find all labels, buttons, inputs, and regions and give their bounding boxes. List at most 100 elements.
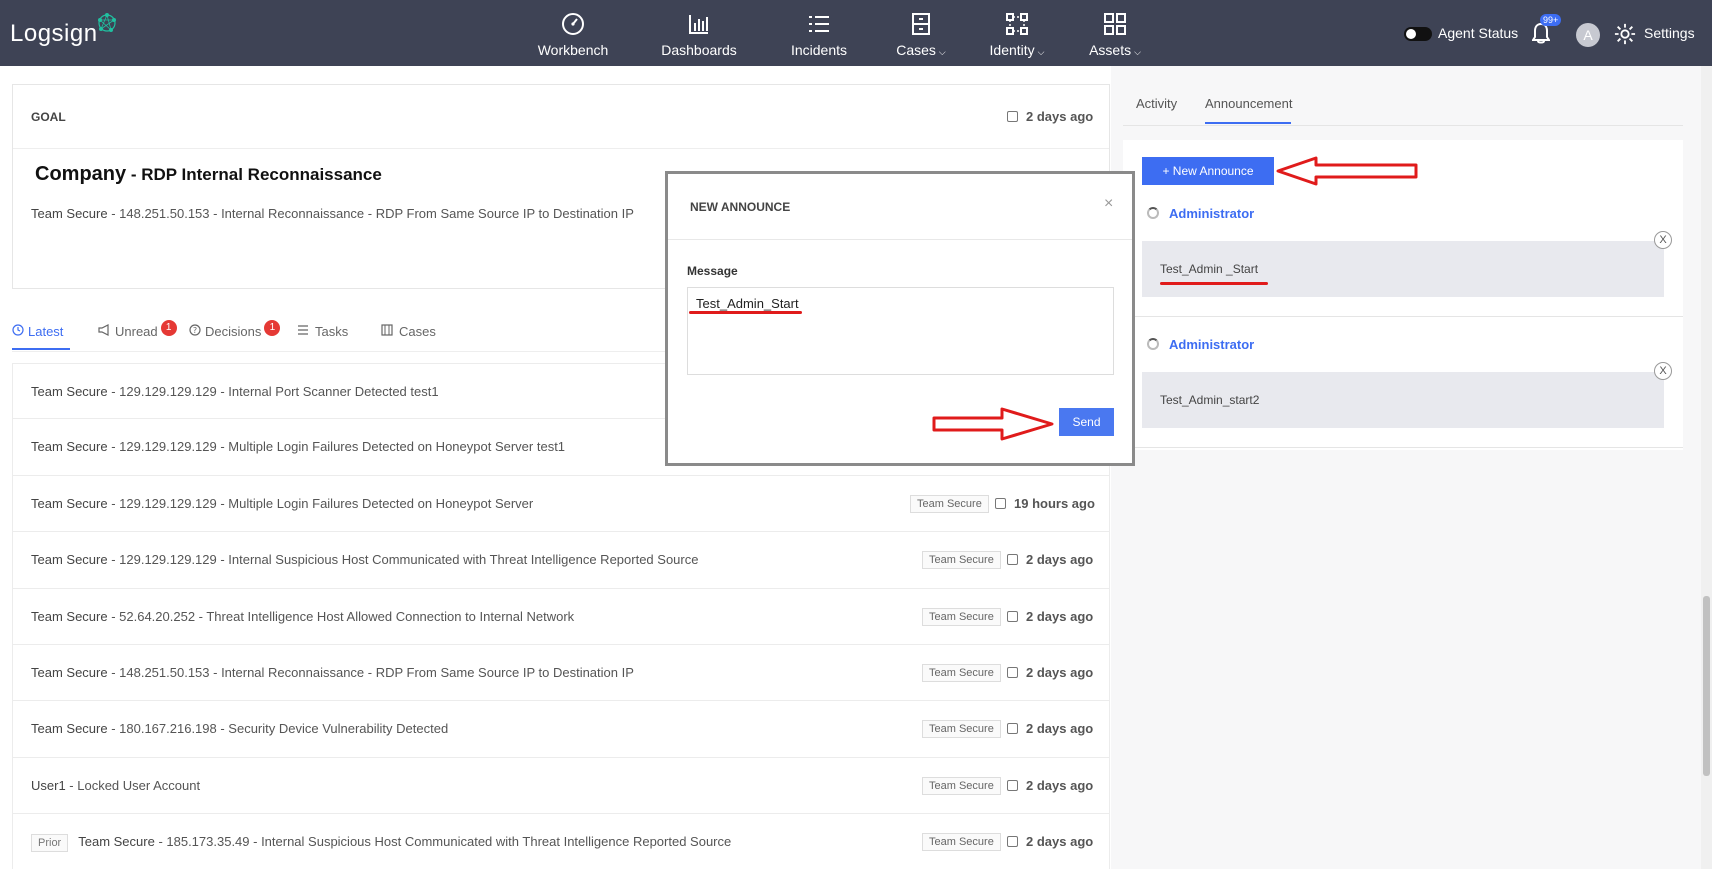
message-input[interactable] [687,287,1114,375]
team-tag: Team Secure [922,551,1001,570]
scrollbar[interactable] [1701,66,1712,869]
tab-announcement[interactable]: Announcement [1205,96,1292,111]
row-text: - 129.129.129.129 - Multiple Login Failu… [107,439,566,455]
row-date: 2 days ago [1007,778,1093,793]
tab-decisions[interactable]: ? Decisions 1 [189,320,281,342]
calendar-icon [995,497,1006,509]
row-title: Team Secure - 129.129.129.129 - Multiple… [31,496,533,511]
settings-button[interactable]: Settings [1614,23,1695,48]
logo[interactable]: Logsign [10,13,116,48]
row-title: Team Secure - 52.64.20.252 - Threat Inte… [31,609,574,624]
team-tag: Team Secure [922,607,1001,626]
nav-assets[interactable]: Assets ⌵ [1060,8,1170,58]
calendar-icon [1007,554,1018,566]
announcement-message: Test_Admin _Start [1160,262,1259,276]
announcement-item: Test_Admin _Start [1142,241,1664,297]
calendar-icon [1007,666,1018,678]
announcement-message: Test_Admin_start2 [1160,393,1260,407]
nav-incidents[interactable]: Incidents [764,8,874,58]
goal-date: 2 days ago [1007,109,1093,124]
row-text: - 52.64.20.252 - Threat Intelligence Hos… [107,608,575,624]
tab-tasks[interactable]: Tasks [297,324,348,339]
row-date: 2 days ago [1007,552,1093,567]
announcement-tab-indicator [1205,122,1291,124]
logo-text: Logsign [10,20,98,47]
calendar-icon [1007,610,1018,622]
team-tag: Team Secure [922,776,1001,795]
new-announce-modal: NEW ANNOUNCE × Message Send [665,171,1135,466]
tab-latest[interactable]: Latest [12,324,63,339]
announcement-item: Test_Admin_start2 [1142,372,1664,428]
table-row[interactable]: Team Secure - 129.129.129.129 - Multiple… [12,475,1110,533]
row-title: User1 - Locked User Account [31,778,200,793]
close-icon[interactable]: × [1104,195,1113,213]
tab-active-indicator [12,348,70,350]
nav-dashboards[interactable]: Dashboards [644,8,754,58]
question-circle-icon: ? [189,324,201,336]
right-panel-tabs: Activity Announcement [1123,94,1683,126]
tab-unread[interactable]: Unread 1 [98,320,177,342]
top-navigation: Logsign Workbench Dashboards Incidents C… [0,0,1712,66]
speedometer-icon [562,13,584,35]
app-root: Logsign Workbench Dashboards Incidents C… [0,0,1712,869]
calendar-icon [1007,779,1018,791]
table-row[interactable]: Team Secure - 148.251.50.153 - Internal … [12,644,1110,702]
table-row[interactable]: User1 - Locked User Account Team Secure 2 … [12,757,1110,815]
row-title: Prior Team Secure - 185.173.35.49 - Inter… [31,834,731,853]
row-source: Team Secure [31,721,108,737]
table-row[interactable]: Team Secure - 129.129.129.129 - Internal… [12,532,1110,589]
close-icon[interactable]: X [1654,362,1672,380]
row-date: 19 hours ago [995,496,1095,511]
nav-workbench[interactable]: Workbench [518,8,628,58]
scroll-thumb[interactable] [1703,596,1710,776]
tab-activity[interactable]: Activity [1136,96,1177,111]
task-list-icon [298,325,308,335]
table-row[interactable]: Team Secure - 180.167.216.198 - Security… [12,701,1110,758]
row-text: - 129.129.129.129 - Internal Port Scanne… [107,384,439,399]
agent-status-toggle[interactable] [1404,27,1432,41]
nav-identity[interactable]: Identity ⌵ [962,8,1072,58]
row-source: Team Secure [31,439,108,455]
tab-cases[interactable]: Cases [381,324,436,339]
user-icon [1147,207,1159,219]
gear-icon [1614,23,1636,45]
calendar-icon [1007,836,1018,848]
chevron-down-icon: ⌵ [1134,47,1141,57]
row-text: - 129.129.129.129 - Multiple Login Failu… [107,495,534,511]
row-source: Team Secure [31,552,108,568]
row-title: Team Secure - 129.129.129.129 - Internal… [31,552,698,567]
row-title: Team Secure - 129.129.129.129 - Internal… [31,384,439,399]
row-source: Team Secure [31,608,108,624]
team-tag: Team Secure [922,720,1001,739]
table-row[interactable]: Prior Team Secure - 185.173.35.49 - Inter… [12,814,1110,869]
table-row[interactable]: Team Secure - 52.64.20.252 - Threat Inte… [12,588,1110,645]
announcement-author: Administrator [1169,337,1255,352]
avatar[interactable]: A [1576,23,1600,47]
right-panel: Activity Announcement + New Announce Adm… [1111,66,1701,869]
row-date: 2 days ago [1007,665,1093,680]
send-button[interactable]: Send [1059,408,1114,436]
row-text: - 129.129.129.129 - Internal Suspicious … [107,552,699,568]
decisions-badge: 1 [264,320,281,336]
annotation-underline [1160,282,1268,285]
close-icon[interactable]: X [1654,231,1672,249]
bar-chart-icon [689,15,708,34]
announcement-author: Administrator [1169,206,1255,221]
row-title: Team Secure - 129.129.129.129 - Multiple… [31,439,565,454]
message-label: Message [687,264,738,278]
new-announce-button[interactable]: + New Announce [1142,157,1274,185]
modal-title: NEW ANNOUNCE [690,200,791,214]
goal-label: GOAL [31,110,66,124]
calendar-icon [1007,723,1018,735]
annotation-underline [689,311,802,314]
nav-cases[interactable]: Cases ⌵ [866,8,976,58]
chevron-down-icon: ⌵ [938,47,946,57]
annotation-arrow-right [932,407,1054,441]
row-text: - 180.167.216.198 - Security Device Vuln… [107,721,449,737]
row-title: Team Secure - 148.251.50.153 - Internal … [31,665,634,680]
row-source: Team Secure [31,664,108,680]
list-icon [809,16,829,32]
row-source: Team Secure [31,495,108,511]
row-date: 2 days ago [1007,609,1093,624]
user-icon [1147,338,1159,350]
